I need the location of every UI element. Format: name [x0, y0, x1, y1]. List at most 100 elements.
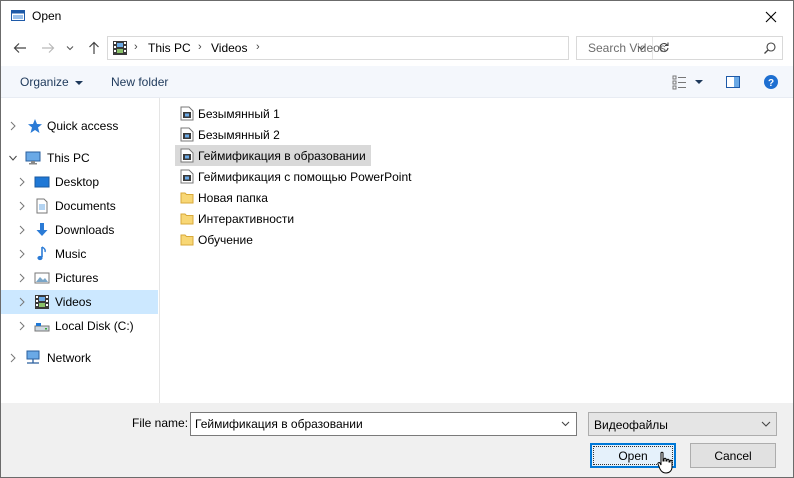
- videos-icon: [35, 295, 49, 309]
- sidebar-item-label: Videos: [55, 295, 92, 309]
- chevron-down-icon[interactable]: [8, 152, 18, 164]
- chevron-right-icon[interactable]: [17, 296, 27, 308]
- chevron-right-icon[interactable]: [17, 200, 27, 212]
- video-file-icon: [180, 148, 194, 163]
- new-folder-button[interactable]: New folder: [111, 75, 168, 89]
- download-icon: [36, 223, 48, 236]
- arrow-up-icon: [89, 41, 99, 54]
- file-name-input[interactable]: [191, 413, 551, 435]
- breadcrumb-separator: ›: [134, 41, 138, 53]
- help-icon[interactable]: ?: [763, 74, 779, 90]
- folder-icon: [180, 213, 194, 225]
- breadcrumb-separator: ›: [256, 41, 260, 53]
- sidebar-item-label: Pictures: [55, 271, 99, 285]
- video-file-icon: [180, 106, 194, 121]
- sidebar-item-label: Music: [55, 247, 87, 261]
- sidebar-item-label: Local Disk (C:): [55, 319, 134, 333]
- navigation-row: › This PC › Videos ›: [1, 32, 793, 66]
- address-bar[interactable]: › This PC › Videos ›: [107, 36, 669, 60]
- mouse-cursor-icon: [657, 451, 673, 474]
- navigation-pane: Quick access This PC Desktop Documents D…: [1, 98, 160, 403]
- organize-label: Organize: [20, 75, 69, 89]
- file-item-video[interactable]: Геймификация в образовании: [175, 145, 371, 166]
- search-box: [576, 36, 783, 60]
- sidebar-item-label: Network: [47, 351, 92, 365]
- preview-pane-icon[interactable]: [725, 74, 741, 90]
- file-item-video[interactable]: Безымянный 1: [175, 103, 295, 124]
- view-options-icon[interactable]: [672, 74, 688, 90]
- cancel-button[interactable]: Cancel: [690, 443, 776, 468]
- sidebar-item-desktop[interactable]: Desktop: [1, 170, 158, 194]
- sidebar-item-quick-access[interactable]: Quick access: [1, 114, 158, 138]
- chevron-down-icon: [761, 421, 771, 427]
- sidebar-item-label: Documents: [55, 199, 116, 213]
- video-file-icon: [180, 169, 194, 184]
- folder-name: Интерактивности: [198, 212, 295, 226]
- search-input[interactable]: [577, 37, 759, 59]
- file-name: Геймификация с помощью PowerPoint: [198, 170, 412, 184]
- sidebar-item-downloads[interactable]: Downloads: [1, 218, 158, 242]
- dialog-app-icon: [11, 10, 25, 21]
- window-title: Open: [32, 9, 62, 23]
- breadcrumb-videos[interactable]: Videos: [211, 41, 247, 55]
- documents-icon: [36, 198, 48, 214]
- sidebar-item-this-pc[interactable]: This PC: [1, 146, 158, 170]
- breadcrumb-separator: ›: [198, 41, 202, 53]
- file-list: Безымянный 1 Безымянный 2 Геймификация в…: [161, 98, 793, 403]
- breadcrumb-this-pc[interactable]: This PC: [148, 41, 191, 55]
- file-type-label: Видеофайлы: [594, 418, 668, 432]
- chevron-right-icon[interactable]: [8, 120, 18, 132]
- close-button[interactable]: [749, 1, 793, 32]
- command-toolbar: Organize New folder ?: [1, 66, 793, 98]
- back-button[interactable]: [11, 40, 29, 56]
- chevron-right-icon[interactable]: [17, 272, 27, 284]
- sidebar-item-local-disk[interactable]: Local Disk (C:): [1, 314, 158, 338]
- file-name: Безымянный 1: [198, 107, 280, 121]
- sidebar-item-music[interactable]: Music: [1, 242, 158, 266]
- arrow-right-icon: [42, 43, 55, 53]
- recent-locations-button[interactable]: [64, 40, 76, 56]
- forward-button[interactable]: [39, 40, 57, 56]
- computer-icon: [25, 151, 41, 165]
- folder-name: Обучение: [198, 233, 253, 247]
- folder-name: Новая папка: [198, 191, 268, 205]
- folder-item[interactable]: Интерактивности: [175, 208, 305, 229]
- file-item-video[interactable]: Безымянный 2: [175, 124, 295, 145]
- arrow-left-icon: [13, 43, 26, 53]
- organize-button[interactable]: Organize: [20, 75, 83, 89]
- file-name-combo: [190, 412, 577, 436]
- file-item-video[interactable]: Геймификация с помощью PowerPoint: [175, 166, 425, 187]
- pictures-icon: [34, 272, 50, 284]
- videos-icon: [113, 41, 127, 55]
- chevron-right-icon[interactable]: [17, 176, 27, 188]
- chevron-right-icon[interactable]: [17, 320, 27, 332]
- folder-icon: [180, 192, 194, 204]
- star-icon: [28, 119, 42, 133]
- sidebar-item-videos[interactable]: Videos: [1, 290, 158, 314]
- folder-item[interactable]: Новая папка: [175, 187, 295, 208]
- file-name-dropdown[interactable]: [554, 413, 576, 435]
- chevron-down-icon: [66, 46, 74, 51]
- file-type-select[interactable]: Видеофайлы: [588, 412, 777, 436]
- title-bar: Open: [1, 1, 793, 32]
- file-name-label: File name:: [132, 416, 189, 430]
- file-name: Безымянный 2: [198, 128, 280, 142]
- caret-down-icon[interactable]: [694, 74, 704, 90]
- close-icon: [765, 11, 777, 22]
- svg-text:?: ?: [768, 78, 774, 89]
- folder-icon: [180, 234, 194, 246]
- chevron-right-icon[interactable]: [17, 224, 27, 236]
- sidebar-item-documents[interactable]: Documents: [1, 194, 158, 218]
- up-button[interactable]: [85, 40, 103, 56]
- sidebar-item-label: This PC: [47, 151, 90, 165]
- chevron-right-icon[interactable]: [17, 248, 27, 260]
- caret-down-icon: [74, 80, 83, 85]
- sidebar-item-network[interactable]: Network: [1, 346, 158, 370]
- sidebar-item-pictures[interactable]: Pictures: [1, 266, 158, 290]
- network-icon: [26, 350, 40, 364]
- chevron-right-icon[interactable]: [8, 352, 18, 364]
- file-name: Геймификация в образовании: [198, 149, 366, 163]
- sidebar-item-label: Desktop: [55, 175, 100, 189]
- search-icon[interactable]: [763, 41, 777, 55]
- folder-item[interactable]: Обучение: [175, 229, 275, 250]
